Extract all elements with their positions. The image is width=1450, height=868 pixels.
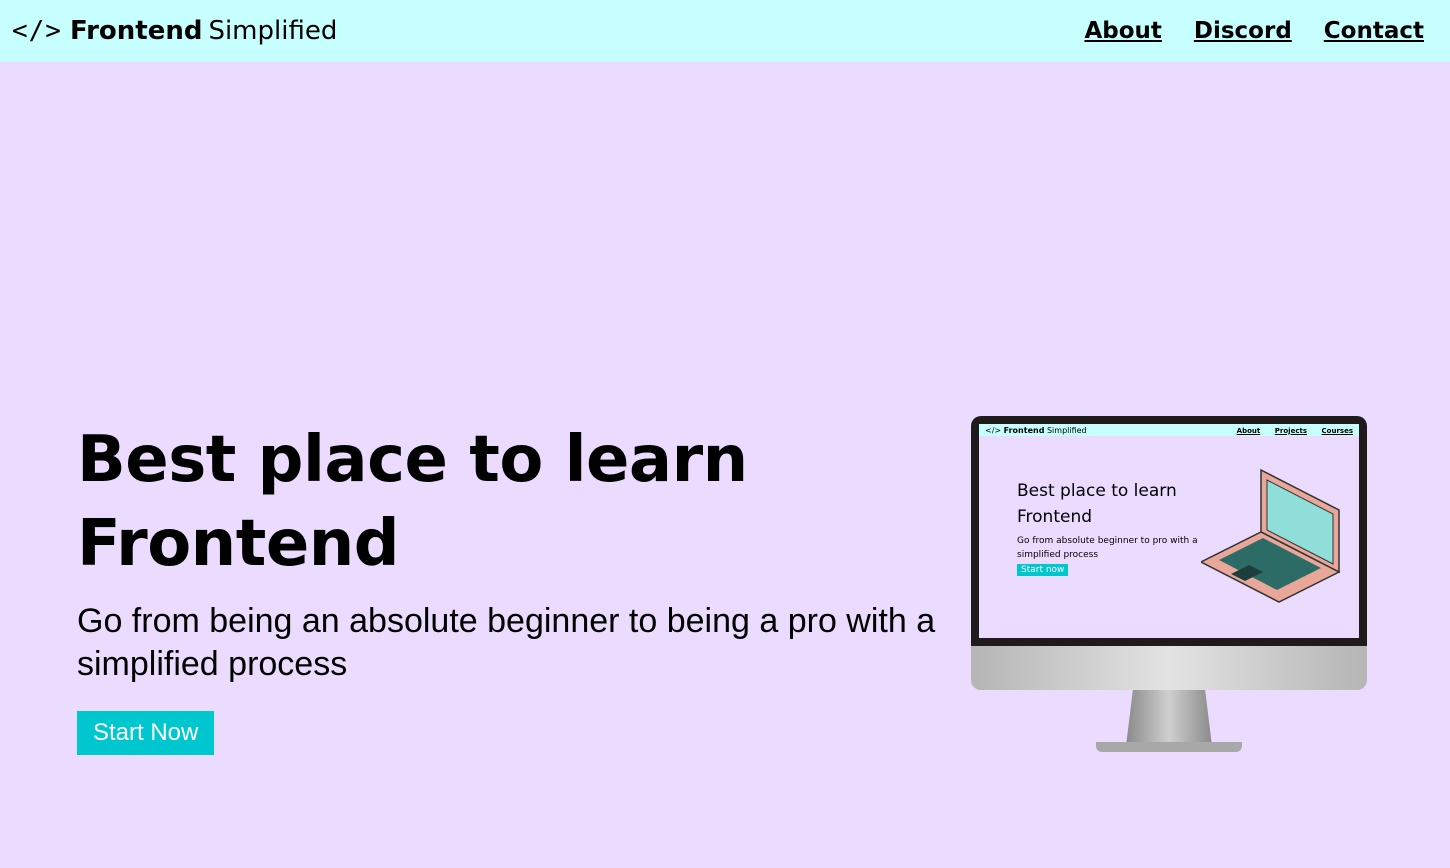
mini-logo-bold: Frontend: [1003, 425, 1045, 435]
monitor-base: [1096, 742, 1242, 752]
nav-links: About Discord Contact: [1052, 18, 1424, 44]
hero-section: Best place to learn Frontend Go from bei…: [77, 418, 977, 755]
mini-logo-light: Simplified: [1046, 425, 1087, 435]
nav-link-discord[interactable]: Discord: [1194, 18, 1292, 44]
logo[interactable]: </> Frontend Simplified: [12, 16, 337, 46]
laptop-icon: [1201, 468, 1341, 603]
code-icon: </>: [12, 16, 62, 46]
mini-link-about: About: [1236, 426, 1261, 435]
hero-title: Best place to learn Frontend: [77, 423, 748, 581]
start-now-button[interactable]: Start Now: [77, 711, 215, 755]
monitor-neck: [1126, 690, 1212, 746]
logo-bold-text: Frontend: [69, 16, 203, 46]
logo-light-text: Simplified: [208, 16, 338, 46]
mini-link-projects: Projects: [1274, 426, 1307, 435]
mini-link-courses: Courses: [1321, 426, 1353, 435]
nav-link-contact[interactable]: Contact: [1324, 18, 1424, 44]
mini-subtitle: Go from absolute beginner to pro with a …: [1017, 536, 1198, 560]
screen-content: </> Frontend Simplified About Projects C…: [979, 424, 1359, 638]
mini-links: About Projects Courses: [1225, 426, 1353, 435]
monitor-bezel: [971, 646, 1367, 690]
mini-start-button: Start now: [1017, 564, 1069, 576]
mini-navbar: </> Frontend Simplified About Projects C…: [979, 424, 1359, 436]
monitor-illustration: </> Frontend Simplified About Projects C…: [971, 416, 1367, 756]
hero-subtitle: Go from being an absolute beginner to be…: [77, 602, 936, 683]
mini-logo: </> Frontend Simplified: [985, 426, 1087, 435]
navbar: </> Frontend Simplified About Discord Co…: [0, 0, 1450, 62]
mini-code-icon: </>: [985, 425, 1002, 435]
nav-link-about[interactable]: About: [1084, 18, 1161, 44]
monitor-screen: </> Frontend Simplified About Projects C…: [971, 416, 1367, 646]
